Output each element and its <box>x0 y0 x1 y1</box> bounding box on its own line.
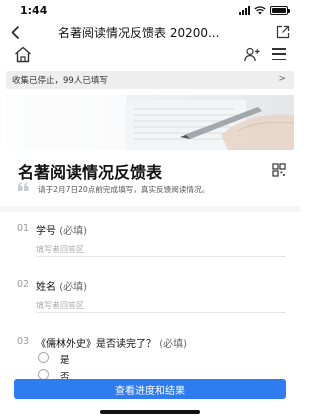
wifi-icon <box>254 5 266 14</box>
chevron-right-icon: > <box>278 74 286 84</box>
answer-input[interactable]: 填写者回答区 <box>36 244 84 255</box>
home-icon[interactable] <box>14 46 32 63</box>
screen: 1:44 名著阅读情况反馈表 20200... 收集已停止，99人已填写 > 名… <box>0 0 300 419</box>
question-title: 学号 (必填) <box>36 222 87 237</box>
banner-photo <box>6 95 294 150</box>
question-number: 01 <box>17 223 30 234</box>
qr-code-icon[interactable] <box>272 163 286 177</box>
nav-title: 名著阅读情况反馈表 20200... <box>58 26 220 40</box>
radio-button[interactable] <box>38 352 49 363</box>
toolbar <box>0 44 300 66</box>
notice-text: 收集已停止，99人已填写 <box>12 76 108 86</box>
quote-icon <box>18 182 29 191</box>
question-number: 03 <box>17 336 30 347</box>
back-button[interactable] <box>8 23 22 41</box>
question-title-text: 《儒林外史》是否读完了？ <box>36 339 156 350</box>
status-bar: 1:44 <box>0 0 300 20</box>
notice-bar[interactable]: 收集已停止，99人已填写 > <box>6 71 294 89</box>
menu-icon[interactable] <box>272 48 286 60</box>
nav-bar: 名著阅读情况反馈表 20200... <box>0 20 300 44</box>
question-number: 02 <box>17 279 30 290</box>
question-title: 姓名 (必填) <box>36 278 87 293</box>
view-progress-button[interactable]: 查看进度和结果 <box>14 379 286 399</box>
signal-icon <box>239 5 250 15</box>
question-title-text: 学号 <box>36 226 56 237</box>
banner-image <box>6 95 294 150</box>
divider <box>0 206 300 212</box>
status-icons <box>239 5 290 15</box>
chevron-left-icon <box>11 25 19 39</box>
form-description-text: 请于2月7日20点前完成填写，真实反馈阅读情况。 <box>38 185 210 194</box>
input-underline <box>36 256 286 257</box>
required-mark: (必填) <box>59 226 87 237</box>
question-title-text: 姓名 <box>36 282 56 293</box>
status-time: 1:44 <box>20 4 48 17</box>
required-mark: (必填) <box>59 282 87 293</box>
share-icon[interactable] <box>276 25 290 39</box>
question-title: 《儒林外史》是否读完了？ (必填) <box>36 335 187 350</box>
required-mark: (必填) <box>159 339 187 350</box>
input-underline <box>36 312 286 313</box>
battery-icon <box>270 5 290 15</box>
home-indicator <box>100 410 200 414</box>
option-label: 是 <box>60 355 70 366</box>
form-title: 名著阅读情况反馈表 <box>18 163 163 182</box>
answer-input[interactable]: 填写者回答区 <box>36 300 84 311</box>
add-user-icon[interactable] <box>244 47 260 62</box>
